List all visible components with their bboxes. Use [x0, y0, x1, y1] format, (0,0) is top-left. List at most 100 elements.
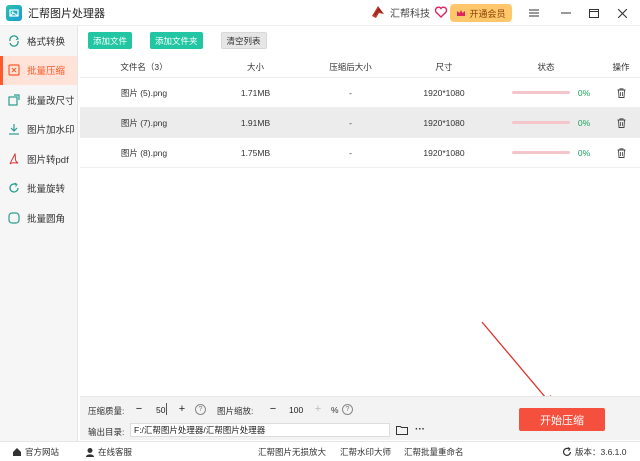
compressed-size: - — [349, 147, 352, 158]
header-dimensions: 尺寸 — [435, 61, 453, 72]
official-website-link[interactable]: 官方网站 — [12, 446, 59, 458]
official-website-label: 官方网站 — [25, 447, 60, 457]
sidebar-item-resize[interactable]: 批量改尺寸 — [0, 85, 77, 115]
sidebar-item-label: 格式转换 — [27, 36, 66, 48]
sidebar-item-pdf[interactable]: 图片转pdf — [0, 144, 77, 174]
quality-help-icon[interactable]: ? — [195, 404, 206, 415]
brand-logo-icon — [372, 6, 384, 18]
status-cell: 0% — [490, 118, 602, 128]
action-cell — [602, 147, 640, 158]
version-info: 版本：3.6.1.0 — [562, 446, 627, 458]
output-path-input[interactable]: F:/汇帮图片处理器/汇帮图片处理器 — [130, 423, 390, 437]
file-size: 1.75MB — [240, 147, 271, 158]
rotate-icon — [8, 182, 20, 194]
output-label: 输出目录: — [88, 427, 125, 437]
sidebar-item-label: 图片转pdf — [27, 154, 69, 166]
round-corner-icon — [8, 212, 20, 224]
minimize-icon[interactable] — [557, 4, 575, 22]
menu-icon[interactable] — [525, 4, 543, 22]
status-bar: 官方网站 在线客服 汇帮图片无损放大 汇帮水印大师 汇帮批量重命名 版本：3.6… — [0, 441, 640, 461]
add-folder-button[interactable]: 添加文件夹 — [150, 32, 203, 49]
sidebar-item-rotate[interactable]: 批量旋转 — [0, 174, 77, 204]
format-icon — [8, 35, 20, 47]
resize-icon — [8, 94, 20, 106]
file-name: 图片 (5).png — [120, 87, 168, 98]
app-logo-icon — [6, 4, 22, 21]
online-support-link[interactable]: 在线客服 — [85, 446, 132, 458]
file-table: 文件名（3） 大小 压缩后大小 尺寸 状态 操作 图片 (5).png 1.71… — [80, 56, 640, 168]
trash-icon[interactable] — [617, 147, 626, 158]
trash-icon[interactable] — [617, 117, 626, 128]
vip-label: 开通会员 — [469, 8, 506, 19]
toolbar: 添加文件 添加文件夹 清空列表 — [88, 32, 285, 49]
link-lossless-upscale[interactable]: 汇帮图片无损放大 — [258, 446, 326, 458]
file-size: 1.71MB — [240, 87, 271, 98]
dimensions: 1920*1080 — [423, 117, 465, 128]
scale-unit: % — [331, 405, 339, 415]
action-cell — [602, 117, 640, 128]
scale-help-icon[interactable]: ? — [342, 404, 353, 415]
scale-decrease-button[interactable]: − — [267, 403, 279, 415]
text-cursor — [166, 403, 167, 415]
crown-icon — [457, 10, 466, 16]
sidebar-item-label: 批量改尺寸 — [27, 95, 75, 107]
start-compress-button[interactable]: 开始压缩 — [519, 408, 605, 431]
scale-label: 图片缩放: — [217, 406, 254, 416]
scale-value[interactable]: 100 — [289, 405, 303, 415]
more-options-button[interactable]: ··· — [415, 424, 425, 435]
folder-icon[interactable] — [396, 425, 408, 435]
vip-button[interactable]: 开通会员 — [450, 4, 512, 22]
sidebar-item-compress[interactable]: 批量压缩 — [0, 55, 77, 85]
action-cell — [602, 87, 640, 98]
compressed-size: - — [349, 87, 352, 98]
brand-name: 汇帮科技 — [390, 8, 430, 20]
quality-value[interactable]: 50 — [156, 405, 165, 415]
sidebar-item-format[interactable]: 格式转换 — [0, 26, 77, 56]
progress-bar — [511, 91, 570, 94]
brand: 汇帮科技 — [370, 4, 448, 20]
home-icon — [13, 448, 21, 456]
header-compressed-size: 压缩后大小 — [329, 61, 372, 72]
link-batch-rename[interactable]: 汇帮批量重命名 — [404, 446, 464, 458]
progress-percent: 0% — [577, 117, 591, 128]
status-cell: 0% — [490, 148, 602, 158]
refresh-icon — [562, 447, 572, 456]
clear-list-button[interactable]: 清空列表 — [220, 32, 267, 49]
table-row[interactable]: 图片 (7).png 1.91MB - 1920*1080 0% — [80, 108, 640, 138]
header-filename: 文件名（3） — [120, 61, 168, 72]
app-title: 汇帮图片处理器 — [28, 7, 105, 20]
support-icon — [86, 448, 94, 457]
heart-icon — [434, 6, 448, 18]
maximize-icon[interactable] — [585, 4, 603, 22]
compress-icon — [8, 64, 20, 76]
dimensions: 1920*1080 — [423, 147, 465, 158]
sidebar-item-label: 批量压缩 — [27, 66, 66, 78]
quality-increase-button[interactable]: + — [176, 403, 188, 415]
table-row[interactable]: 图片 (5).png 1.71MB - 1920*1080 0% — [80, 78, 640, 108]
online-support-label: 在线客服 — [98, 447, 133, 457]
scale-increase-button[interactable]: + — [312, 403, 324, 415]
trash-icon[interactable] — [617, 87, 626, 98]
dimensions: 1920*1080 — [423, 87, 465, 98]
file-size: 1.91MB — [240, 117, 271, 128]
progress-bar — [511, 151, 570, 154]
sidebar-item-label: 批量圆角 — [27, 213, 66, 225]
progress-bar — [511, 121, 570, 124]
table-row[interactable]: 图片 (8).png 1.75MB - 1920*1080 0% — [80, 138, 640, 168]
close-icon[interactable] — [613, 4, 631, 22]
compressed-size: - — [349, 117, 352, 128]
sidebar-item-label: 图片加水印 — [27, 125, 75, 137]
sidebar-item-watermark[interactable]: 图片加水印 — [0, 115, 77, 145]
file-name: 图片 (7).png — [120, 117, 168, 128]
sidebar-item-round-corner[interactable]: 批量圆角 — [0, 203, 77, 233]
progress-percent: 0% — [577, 87, 591, 98]
link-watermark-master[interactable]: 汇帮水印大师 — [340, 446, 391, 458]
table-header: 文件名（3） 大小 压缩后大小 尺寸 状态 操作 — [80, 56, 640, 78]
add-file-button[interactable]: 添加文件 — [88, 32, 133, 49]
quality-decrease-button[interactable]: − — [133, 403, 145, 415]
header-status: 状态 — [537, 61, 555, 72]
sidebar: 格式转换 批量压缩 批量改尺寸 图片加水印 图片转pdf 批量旋转 批量圆角 — [0, 26, 78, 441]
watermark-icon — [8, 123, 20, 135]
header-actions: 操作 — [612, 61, 630, 72]
status-cell: 0% — [490, 88, 602, 98]
